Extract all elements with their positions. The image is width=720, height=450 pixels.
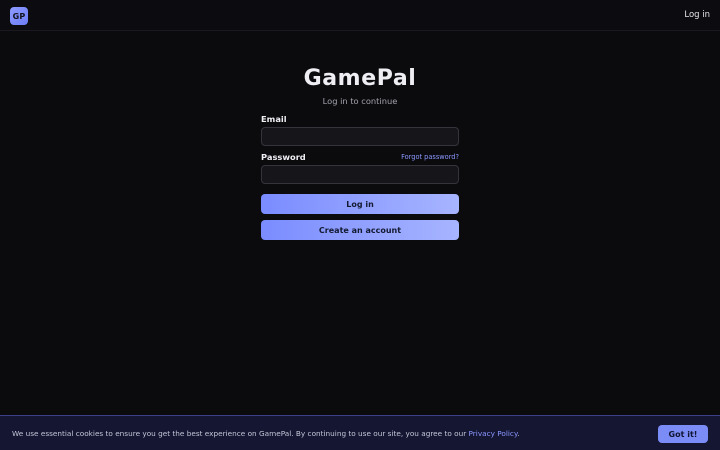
- page-title: GamePal: [303, 66, 417, 91]
- cookie-message-text: We use essential cookies to ensure you g…: [12, 429, 469, 438]
- cookie-message: We use essential cookies to ensure you g…: [12, 429, 520, 438]
- forgot-password-link[interactable]: Forgot password?: [401, 153, 459, 161]
- create-account-button[interactable]: Create an account: [261, 220, 459, 240]
- password-input[interactable]: [261, 165, 459, 184]
- email-input[interactable]: [261, 127, 459, 146]
- cookie-banner: We use essential cookies to ensure you g…: [0, 415, 720, 450]
- cookie-message-suffix: .: [517, 429, 520, 438]
- email-label: Email: [261, 114, 287, 124]
- gamepal-logo[interactable]: GP: [10, 7, 28, 25]
- top-navigation-bar: GP Log in: [0, 0, 720, 31]
- accept-cookies-button[interactable]: Got it!: [658, 425, 708, 443]
- password-label: Password: [261, 152, 306, 162]
- login-button[interactable]: Log in: [261, 194, 459, 214]
- header-login-link[interactable]: Log in: [684, 10, 710, 20]
- page-subtitle: Log in to continue: [322, 96, 398, 106]
- privacy-policy-link[interactable]: Privacy Policy: [469, 429, 518, 438]
